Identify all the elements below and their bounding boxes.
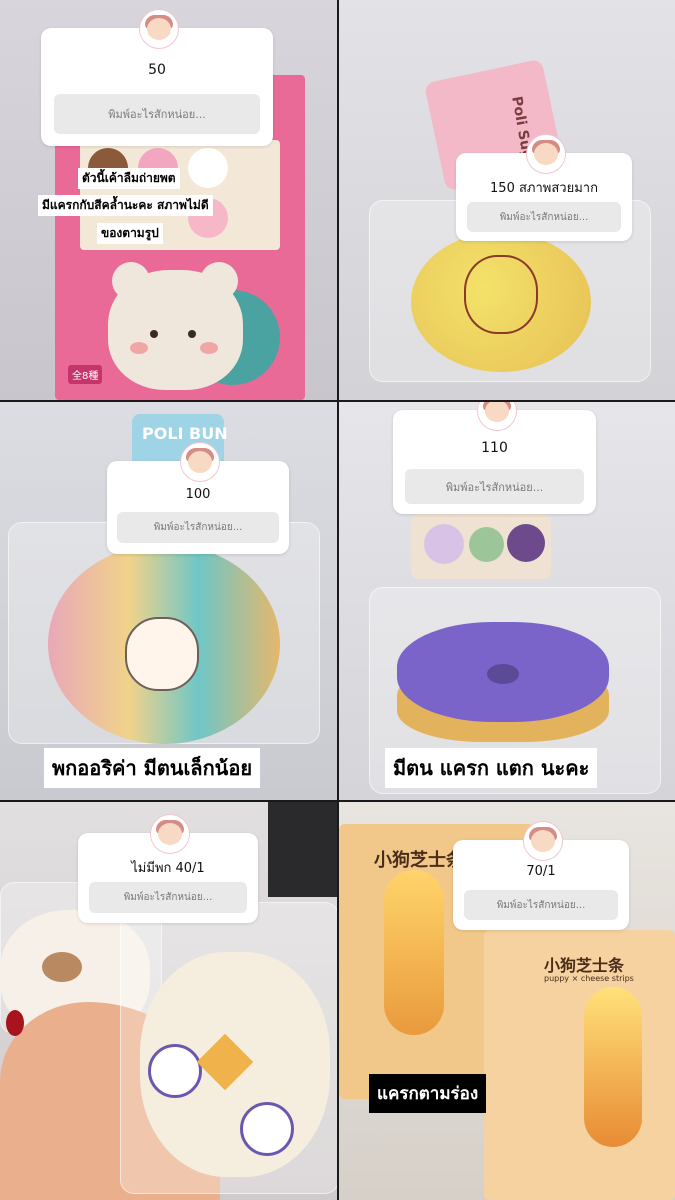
- package-title: 小狗芝士条: [374, 850, 464, 871]
- caption-line: แครกตามร่อง: [369, 1074, 487, 1113]
- bear-eye: [188, 330, 196, 338]
- answer-text: 150 สภาพสวยมาก: [490, 181, 598, 196]
- question-sticker[interactable]: 50 พิมพ์อะไรสักหน่อย...: [41, 10, 273, 146]
- avatar: [477, 402, 516, 430]
- bear-eye: [150, 330, 158, 338]
- avatar: [181, 443, 219, 481]
- photo-panel-2[interactable]: Poli Sugar 150 สภาพสวยมาก พิมพ์อะไรสักหน…: [339, 0, 675, 400]
- photo-panel-5[interactable]: ไม่มีพก 40/1 พิมพ์อะไรสักหน่อย...: [0, 802, 337, 1200]
- reply-input[interactable]: พิมพ์อะไรสักหน่อย...: [405, 469, 584, 504]
- bear-cheek: [200, 342, 218, 354]
- bear-ear: [112, 262, 150, 300]
- photo-panel-4[interactable]: 110 พิมพ์อะไรสักหน่อย... มีตน แครก แตก น…: [339, 402, 675, 800]
- photo-panel-3[interactable]: POLI BUN 100 พิมพ์อะไรสักหน่อย... พกออริ…: [0, 402, 337, 800]
- caption-line: ตัวนี้เค้าลืมถ่ายพต: [78, 168, 180, 189]
- count-badge: 全8種: [68, 365, 103, 384]
- bear-ear: [200, 262, 238, 300]
- caption-line: มีแครกกับสีคล้ำนะคะ สภาพไม่ดี: [38, 195, 213, 216]
- photo-panel-1[interactable]: 全8種 50 พิมพ์อะไรสักหน่อย... ตัวนี้เค้าลื…: [0, 0, 337, 400]
- reply-input[interactable]: พิมพ์อะไรสักหน่อย...: [464, 890, 618, 920]
- bear-paw: [240, 1102, 294, 1156]
- avatar: [140, 10, 178, 48]
- package-title: 小狗芝士条: [544, 956, 625, 975]
- cat-spot: [42, 952, 82, 982]
- avatar: [524, 822, 562, 860]
- cheese-stick-squishy: [584, 987, 642, 1147]
- bear-paw: [148, 1044, 202, 1098]
- answer-text: ไม่มีพก 40/1: [131, 861, 205, 876]
- reply-input[interactable]: พิมพ์อะไรสักหน่อย...: [117, 512, 279, 543]
- reply-input[interactable]: พิมพ์อะไรสักหน่อย...: [54, 94, 260, 134]
- reply-input[interactable]: พิมพ์อะไรสักหน่อย...: [467, 202, 621, 232]
- answer-text: 110: [481, 440, 508, 456]
- fingernail: [6, 1010, 24, 1036]
- reply-input[interactable]: พิมพ์อะไรสักหน่อย...: [89, 882, 247, 913]
- answer-text: 100: [185, 487, 211, 502]
- avatar: [151, 815, 189, 853]
- cheese-stick-squishy: [384, 870, 444, 1035]
- cat-character: [125, 617, 199, 691]
- question-sticker[interactable]: 110 พิมพ์อะไรสักหน่อย...: [393, 402, 596, 514]
- donut-thumb: [188, 148, 228, 188]
- photo-grid: 全8種 50 พิมพ์อะไรสักหน่อย... ตัวนี้เค้าลื…: [0, 0, 675, 1200]
- package-subtitle: puppy × cheese strips: [544, 974, 634, 983]
- answer-text: 50: [148, 62, 166, 78]
- caption-line: ของตามรูป: [97, 223, 163, 244]
- background-device: [268, 802, 337, 897]
- bun-character: [464, 255, 538, 334]
- product-tag-art: [507, 524, 545, 562]
- question-sticker[interactable]: 100 พิมพ์อะไรสักหน่อย...: [107, 443, 289, 554]
- product-tag-art: [424, 524, 464, 564]
- question-sticker[interactable]: 150 สภาพสวยมาก พิมพ์อะไรสักหน่อย...: [456, 135, 632, 241]
- question-sticker[interactable]: ไม่มีพก 40/1 พิมพ์อะไรสักหน่อย...: [78, 815, 258, 923]
- bear-cheek: [130, 342, 148, 354]
- answer-text: 70/1: [526, 864, 556, 879]
- caption-line: มีตน แครก แตก นะคะ: [385, 748, 598, 788]
- question-sticker[interactable]: 70/1 พิมพ์อะไรสักหน่อย...: [453, 822, 629, 930]
- product-tag-art: [469, 527, 504, 562]
- caption-line: พกออริค่า มีตนเล็กน้อย: [44, 748, 261, 788]
- avatar: [527, 135, 565, 173]
- donut-hole: [487, 664, 519, 684]
- product-tag-label: POLI BUN: [142, 424, 228, 443]
- photo-panel-6[interactable]: 小狗芝士条 小狗芝士条 puppy × cheese strips 70/1 พ…: [339, 802, 675, 1200]
